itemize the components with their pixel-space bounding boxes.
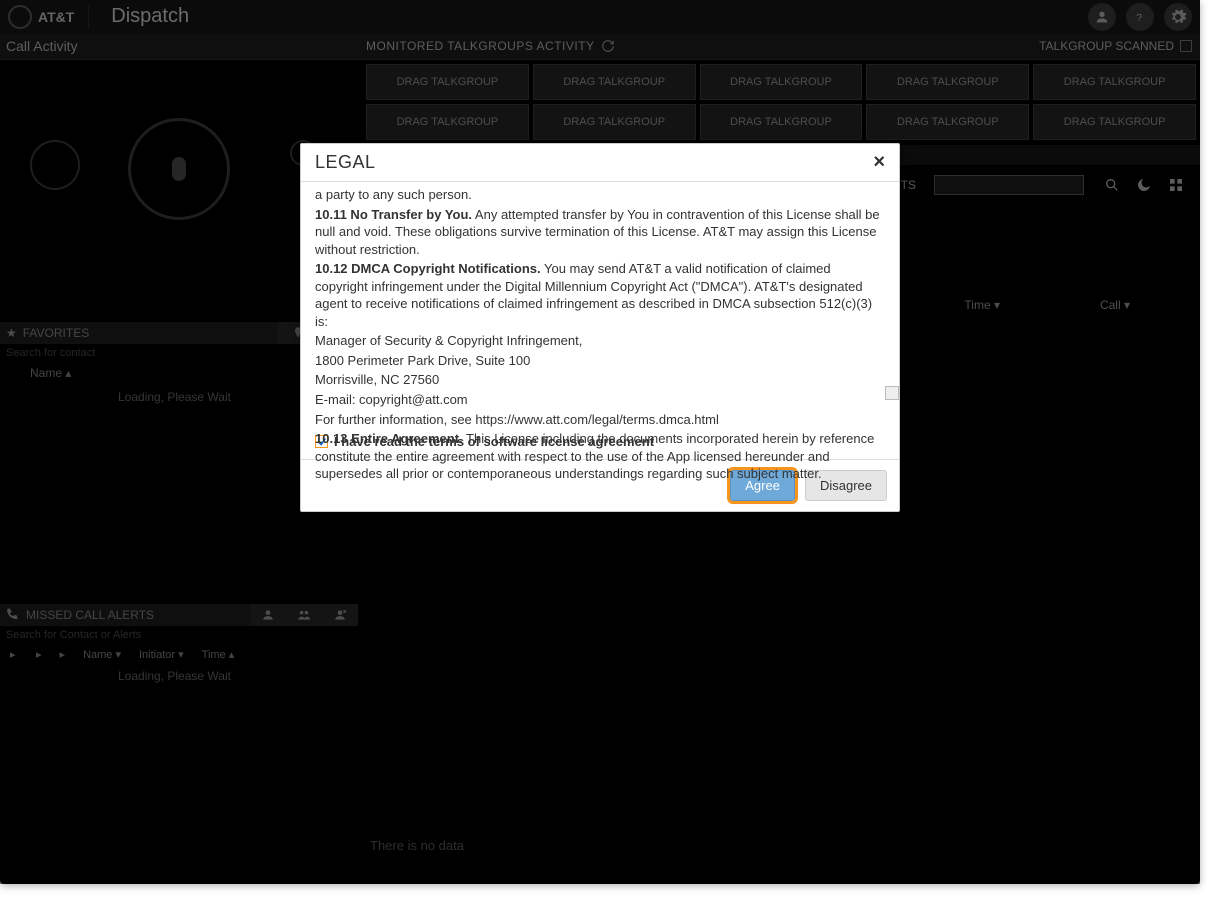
refresh-icon[interactable] (601, 39, 615, 53)
missed-col-name[interactable]: Name ▾ (83, 648, 121, 661)
talkgroup-slot[interactable]: DRAG TALKGROUP (866, 104, 1029, 140)
scanner-text: TALKGROUP SCANNED (1039, 39, 1174, 53)
header: AT&T Dispatch ? (0, 0, 1200, 33)
talkgroup-slot[interactable]: DRAG TALKGROUP (366, 64, 529, 100)
missed-col-exp3[interactable]: ▸ (60, 648, 66, 661)
scanner-label: TALKGROUP SCANNED (1039, 39, 1192, 53)
missed-calls-panel: MISSED CALL ALERTS Search for Contact or… (0, 604, 358, 683)
col-call[interactable]: Call ▾ (1100, 298, 1130, 318)
call-activity-label: Call Activity (0, 33, 358, 59)
missed-col-time[interactable]: Time ▴ (202, 648, 235, 661)
app-title: Dispatch (111, 5, 189, 28)
legal-clause-10-12: 10.12 DMCA Copyright Notifications. You … (315, 260, 885, 330)
brand-text: AT&T (38, 9, 74, 25)
talkgroup-slot[interactable]: DRAG TALKGROUP (700, 64, 863, 100)
ptt-small-icon[interactable] (30, 140, 80, 190)
legal-address-line: E-mail: copyright@att.com (315, 391, 885, 409)
missed-action-3[interactable] (322, 604, 358, 626)
legal-clause-10-13: 10.13 Entire Agreement. This License inc… (315, 430, 885, 483)
subheader: Call Activity MONITORED TALKGROUPS ACTIV… (0, 33, 1200, 60)
col-time[interactable]: Time ▾ (964, 298, 1000, 318)
missed-columns: ▸ ▸ ▸ Name ▾ Initiator ▾ Time ▴ (0, 644, 358, 665)
star-icon: ★ (6, 326, 17, 340)
talkgroup-slot[interactable]: DRAG TALKGROUP (366, 104, 529, 140)
brand-zone: AT&T (8, 5, 89, 29)
ptt-main-button[interactable] (128, 118, 230, 220)
contacts-search-input[interactable] (934, 175, 1084, 195)
monitored-label: MONITORED TALKGROUPS ACTIVITY (366, 39, 615, 53)
missed-title: MISSED CALL ALERTS (26, 608, 154, 622)
missed-col-exp1[interactable]: ▸ (10, 648, 18, 661)
missed-action-2[interactable] (286, 604, 322, 626)
legal-address-line: For further information, see https://www… (315, 411, 885, 429)
talkgroup-slot[interactable]: DRAG TALKGROUP (866, 64, 1029, 100)
legal-address-line: Manager of Security & Copyright Infringe… (315, 332, 885, 350)
grid-icon[interactable] (1166, 175, 1186, 195)
legal-fragment: a party to any such person. (315, 186, 885, 204)
phone-missed-icon (6, 608, 20, 622)
no-data-message: There is no data (370, 838, 464, 853)
close-icon[interactable]: × (873, 151, 885, 174)
scroll-thumb[interactable] (885, 386, 899, 400)
legal-clause-10-11: 10.11 No Transfer by You. Any attempted … (315, 206, 885, 259)
help-icon[interactable]: ? (1126, 3, 1154, 31)
search-icon[interactable] (1102, 175, 1122, 195)
gear-icon[interactable] (1164, 3, 1192, 31)
legal-address-line: Morrisville, NC 27560 (315, 371, 885, 389)
missed-search-input[interactable]: Search for Contact or Alerts (0, 626, 358, 644)
clause-title: 10.13 Entire Agreement. (315, 431, 463, 446)
legal-address-line: 1800 Perimeter Park Drive, Suite 100 (315, 352, 885, 370)
talkgroup-grid: DRAG TALKGROUP DRAG TALKGROUP DRAG TALKG… (362, 60, 1200, 144)
talkgroup-slot[interactable]: DRAG TALKGROUP (533, 64, 696, 100)
monitored-text: MONITORED TALKGROUPS ACTIVITY (366, 39, 595, 53)
talkgroup-slot[interactable]: DRAG TALKGROUP (1033, 64, 1196, 100)
missed-action-1[interactable] (250, 604, 286, 626)
modal-body: a party to any such person. 10.11 No Tra… (301, 182, 899, 432)
scanner-toggle[interactable] (1180, 40, 1192, 52)
missed-col-initiator[interactable]: Initiator ▾ (139, 648, 184, 661)
clause-title: 10.12 DMCA Copyright Notifications. (315, 261, 541, 276)
missed-loading: Loading, Please Wait (0, 665, 358, 683)
globe-icon (8, 5, 32, 29)
missed-col-exp2[interactable]: ▸ (36, 648, 42, 661)
talkgroup-slot[interactable]: DRAG TALKGROUP (1033, 104, 1196, 140)
microphone-icon (172, 157, 186, 181)
favorites-title: FAVORITES (23, 326, 89, 340)
talkgroup-slot[interactable]: DRAG TALKGROUP (533, 104, 696, 140)
user-icon[interactable] (1088, 3, 1116, 31)
talkgroup-slot[interactable]: DRAG TALKGROUP (700, 104, 863, 140)
modal-header: LEGAL × (301, 144, 899, 182)
modal-title: LEGAL (315, 152, 376, 173)
moon-icon[interactable] (1134, 175, 1154, 195)
svg-text:?: ? (1136, 11, 1142, 23)
legal-modal: LEGAL × a party to any such person. 10.1… (300, 143, 900, 512)
clause-title: 10.11 No Transfer by You. (315, 207, 472, 222)
